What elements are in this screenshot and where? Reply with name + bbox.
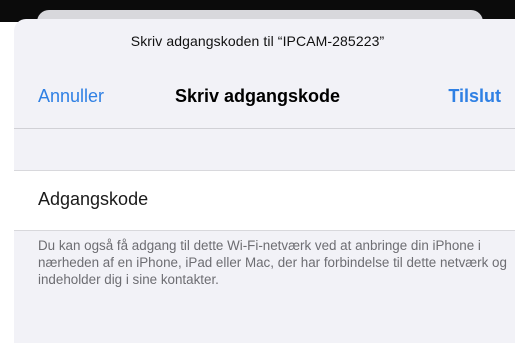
join-button[interactable]: Tilslut <box>448 86 501 107</box>
password-input[interactable] <box>38 189 478 210</box>
navbar-divider <box>14 128 515 129</box>
password-row[interactable] <box>14 170 515 231</box>
network-prompt: Skriv adgangskoden til “IPCAM-285223” <box>130 33 385 49</box>
screen: Skriv adgangskoden til “IPCAM-285223” An… <box>0 0 515 343</box>
navigation-bar: Annuller Skriv adgangskode Tilslut <box>14 77 501 117</box>
password-sheet: Skriv adgangskoden til “IPCAM-285223” An… <box>14 19 515 343</box>
proximity-sharing-hint: Du kan også få adgang til dette Wi-Fi-ne… <box>38 238 507 287</box>
sheet-title: Skriv adgangskode <box>174 86 341 106</box>
